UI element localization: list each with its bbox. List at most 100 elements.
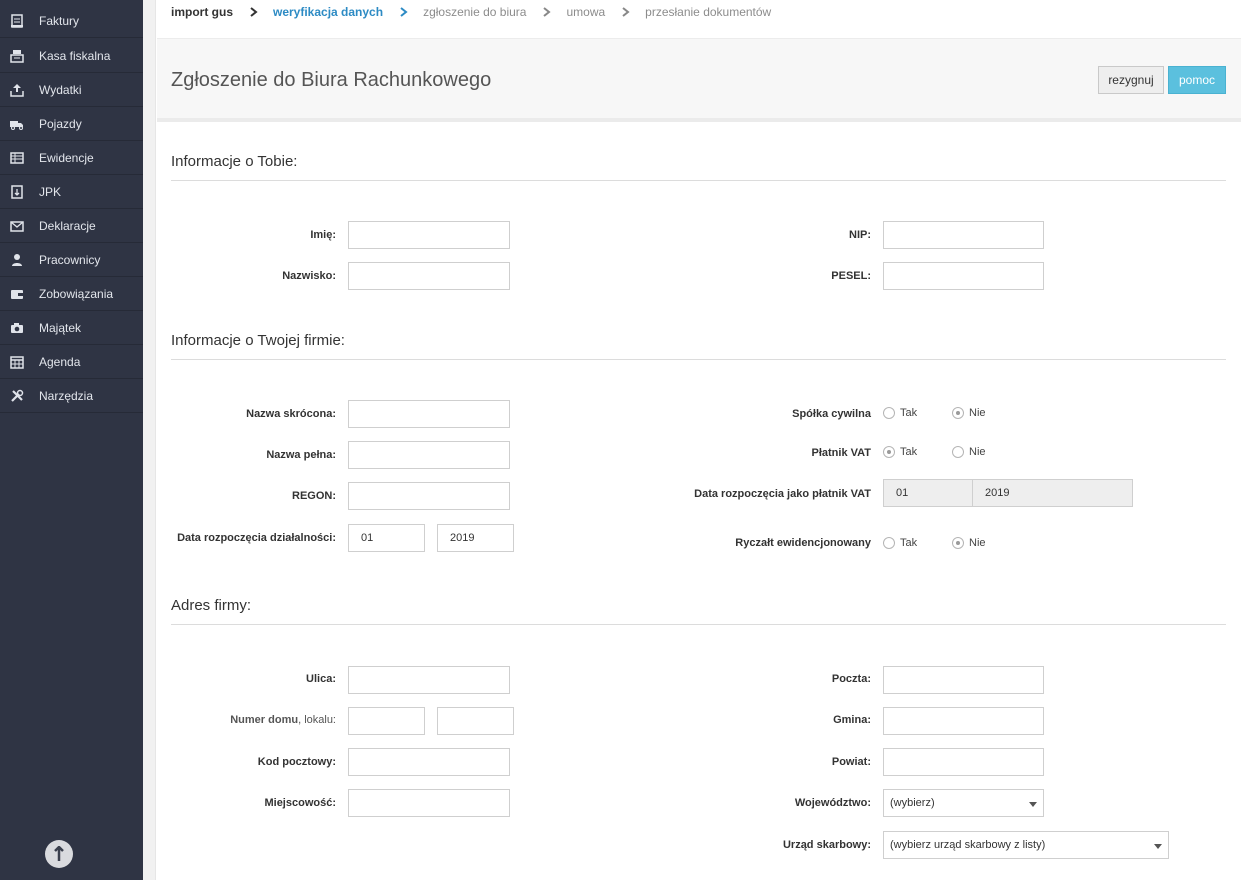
- page-header: Zgłoszenie do Biura Rachunkowego rezygnu…: [157, 38, 1241, 122]
- street-input[interactable]: [348, 666, 510, 694]
- sidebar-item-label: Pojazdy: [39, 116, 82, 131]
- sidebar-item-ewidencje[interactable]: Ewidencje: [0, 141, 143, 175]
- radio-label: Tak: [900, 537, 918, 549]
- section-divider: [171, 180, 1226, 181]
- civil-partnership-label: Spółka cywilna: [792, 408, 871, 420]
- breadcrumb-step-przeslanie[interactable]: przesłanie dokumentów: [645, 5, 771, 19]
- radio-circle: [883, 407, 895, 419]
- tax-office-label: Urząd skarbowy:: [782, 839, 871, 851]
- caret-down-icon: [1029, 802, 1037, 807]
- breadcrumb-step-weryfikacja[interactable]: weryfikacja danych: [273, 5, 383, 19]
- radio-label: Tak: [900, 446, 918, 458]
- post-office-label: Poczta:: [831, 673, 871, 685]
- upload-icon: [10, 83, 24, 97]
- sidebar-item-label: Majątek: [39, 320, 82, 335]
- radio-label: Nie: [969, 446, 986, 458]
- regon-input[interactable]: [348, 482, 510, 510]
- vat-payer-label: Płatnik VAT: [811, 447, 872, 459]
- chevron-right-icon: [245, 7, 263, 17]
- wallet-icon: [10, 287, 24, 301]
- commune-input[interactable]: [883, 707, 1044, 735]
- postal-code-input[interactable]: [348, 748, 510, 776]
- pesel-input[interactable]: [883, 262, 1044, 290]
- sidebar-item-label: Deklaracje: [39, 218, 96, 233]
- sidebar-item-faktury[interactable]: Faktury: [0, 4, 143, 38]
- caret-down-icon: [1154, 844, 1162, 849]
- sidebar-item-narzedzia[interactable]: Narzędzia: [0, 379, 143, 413]
- vat-payer-yes-radio[interactable]: Tak: [883, 446, 917, 458]
- breadcrumb-step-zgloszenie[interactable]: zgłoszenie do biura: [423, 5, 526, 19]
- scroll-to-top-button[interactable]: [45, 840, 73, 868]
- radio-label: Nie: [969, 407, 986, 419]
- sidebar-item-label: Wydatki: [39, 82, 82, 97]
- county-label: Powiat:: [831, 756, 871, 768]
- sidebar-item-zobowiazania[interactable]: Zobowiązania: [0, 277, 143, 311]
- chevron-right-icon: [395, 7, 413, 17]
- section-divider: [171, 359, 1226, 360]
- radio-circle: [952, 537, 964, 549]
- breadcrumb-step-umowa[interactable]: umowa: [566, 5, 605, 19]
- sidebar-item-pojazdy[interactable]: Pojazdy: [0, 107, 143, 141]
- invoice-icon: [10, 13, 24, 28]
- radio-circle: [952, 446, 964, 458]
- radio-circle: [883, 537, 895, 549]
- lump-sum-label: Ryczałt ewidencjonowany: [735, 537, 871, 549]
- lump-sum-yes-radio[interactable]: Tak: [883, 537, 917, 549]
- county-input[interactable]: [883, 748, 1044, 776]
- commune-label: Gmina:: [833, 714, 871, 726]
- nip-label: NIP:: [849, 229, 871, 241]
- tax-office-select[interactable]: (wybierz urząd skarbowy z listy): [883, 831, 1169, 859]
- radio-circle: [883, 446, 895, 458]
- section-title-address: Adres firmy:: [171, 597, 252, 614]
- truck-icon: [10, 117, 24, 131]
- chevron-right-icon: [617, 7, 635, 17]
- voivodeship-select[interactable]: (wybierz): [883, 789, 1044, 817]
- last-name-label: Nazwisko:: [282, 270, 336, 282]
- sidebar-item-majatek[interactable]: Majątek: [0, 311, 143, 345]
- radio-circle: [952, 407, 964, 419]
- sidebar-item-label: Faktury: [39, 13, 80, 28]
- civil-partnership-no-radio[interactable]: Nie: [952, 407, 986, 419]
- first-name-input[interactable]: [348, 221, 510, 249]
- chevron-right-icon: [538, 7, 556, 17]
- breadcrumb-step-import-gus[interactable]: import gus: [171, 5, 233, 19]
- civil-partnership-yes-radio[interactable]: Tak: [883, 407, 917, 419]
- document-arrow-icon: [10, 184, 24, 199]
- camera-icon: [10, 321, 24, 335]
- main-content: [143, 0, 1241, 880]
- start-month-input[interactable]: 01: [348, 524, 425, 552]
- section-title-about-you: Informacje o Tobie:: [171, 153, 298, 170]
- sidebar-item-pracownicy[interactable]: Pracownicy: [0, 243, 143, 277]
- radio-label: Nie: [969, 537, 986, 549]
- city-input[interactable]: [348, 789, 510, 817]
- post-office-input[interactable]: [883, 666, 1044, 694]
- full-name-input[interactable]: [348, 441, 510, 469]
- vat-payer-no-radio[interactable]: Nie: [952, 446, 986, 458]
- section-title-company: Informacje o Twojej firmie:: [171, 332, 345, 349]
- sidebar-item-agenda[interactable]: Agenda: [0, 345, 143, 379]
- cash-register-icon: [10, 49, 24, 63]
- sidebar-item-jpk[interactable]: JPK: [0, 175, 143, 209]
- start-year-input[interactable]: 2019: [437, 524, 514, 552]
- short-name-input[interactable]: [348, 400, 510, 428]
- vat-start-month-input: 01: [883, 479, 973, 507]
- sidebar: Faktury Kasa fiskalna Wydatki Pojazdy Ew…: [0, 0, 143, 880]
- house-number-label-rest: , lokalu:: [298, 714, 336, 726]
- sidebar-item-deklaracje[interactable]: Deklaracje: [0, 209, 143, 243]
- arrow-up-icon: [54, 846, 64, 861]
- sidebar-item-kasa-fiskalna[interactable]: Kasa fiskalna: [0, 39, 143, 73]
- apartment-number-input[interactable]: [437, 707, 514, 735]
- lump-sum-no-radio[interactable]: Nie: [952, 537, 986, 549]
- voivodeship-label: Województwo:: [794, 797, 871, 809]
- nip-input[interactable]: [883, 221, 1044, 249]
- sidebar-item-label: Zobowiązania: [39, 286, 114, 301]
- sidebar-item-wydatki[interactable]: Wydatki: [0, 73, 143, 107]
- pesel-label: PESEL:: [831, 270, 871, 282]
- select-value: (wybierz urząd skarbowy z listy): [890, 839, 1046, 851]
- last-name-input[interactable]: [348, 262, 510, 290]
- help-button[interactable]: pomoc: [1168, 66, 1226, 94]
- content-edge: [143, 0, 156, 880]
- house-number-input[interactable]: [348, 707, 425, 735]
- cancel-button[interactable]: rezygnuj: [1098, 66, 1164, 94]
- sidebar-item-label: Narzędzia: [39, 388, 94, 403]
